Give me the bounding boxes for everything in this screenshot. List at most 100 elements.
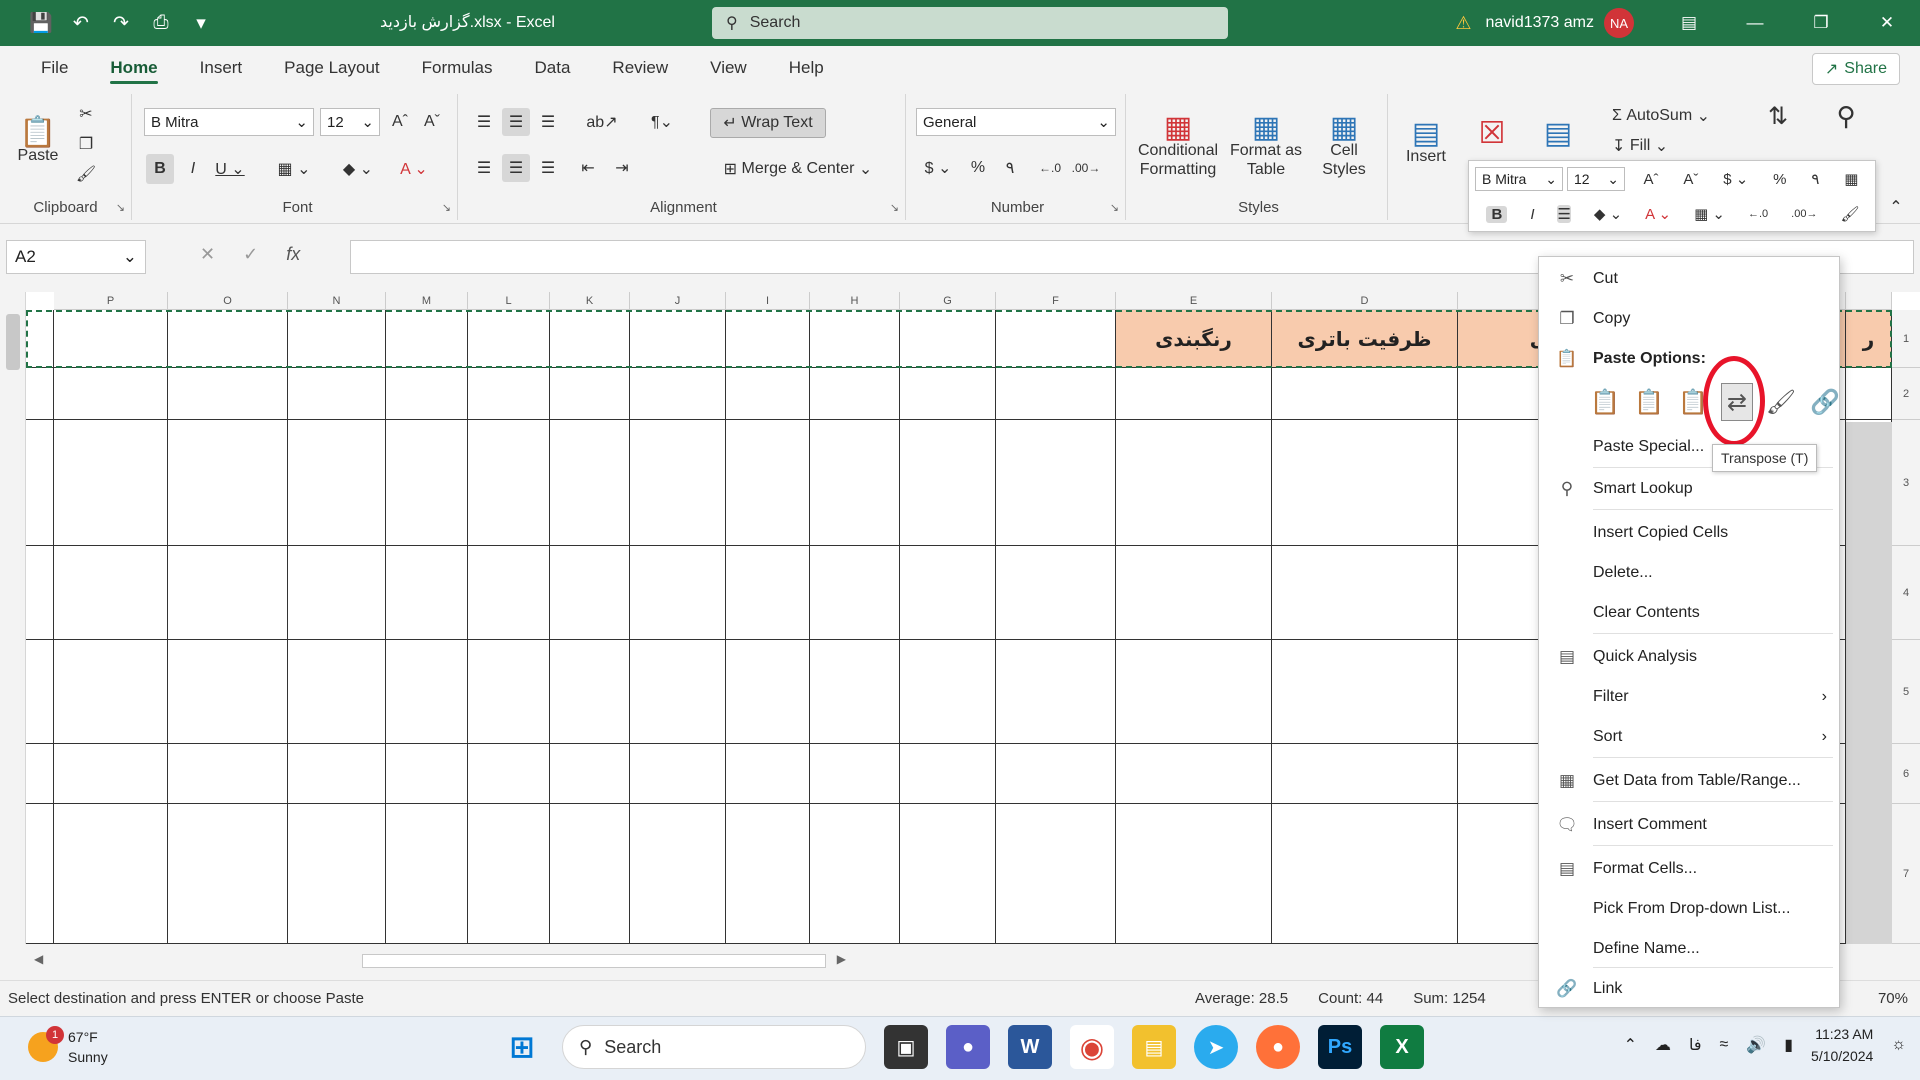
- grid-cell[interactable]: [386, 546, 468, 640]
- grid-cell[interactable]: رنگبندی: [1116, 310, 1272, 368]
- grid-cell[interactable]: [468, 640, 550, 744]
- grid-cell[interactable]: [550, 640, 630, 744]
- grid-cell[interactable]: [168, 640, 288, 744]
- chevron-up-icon[interactable]: ⌃: [1624, 1035, 1637, 1055]
- grid-cell[interactable]: [26, 368, 54, 420]
- chrome-icon[interactable]: ◉: [1070, 1025, 1114, 1069]
- name-box[interactable]: A2 ⌄: [6, 240, 146, 274]
- column-header[interactable]: M: [386, 292, 468, 310]
- cut-icon[interactable]: ✂: [74, 102, 98, 126]
- grid-cell[interactable]: [168, 546, 288, 640]
- decrease-font-icon[interactable]: Aˇ: [418, 108, 446, 136]
- redo-icon[interactable]: ↷: [102, 6, 140, 40]
- column-header[interactable]: E: [1116, 292, 1272, 310]
- save-icon[interactable]: 💾: [22, 6, 60, 40]
- align-bottom-icon[interactable]: ☰: [534, 108, 562, 136]
- grid-cell[interactable]: [900, 546, 996, 640]
- borders-icon[interactable]: ▦ ⌄: [274, 154, 314, 184]
- row-header[interactable]: 4: [1892, 546, 1920, 640]
- bold-button[interactable]: B: [1486, 205, 1508, 223]
- column-header[interactable]: I: [726, 292, 810, 310]
- grid-cell[interactable]: [726, 310, 810, 368]
- scroll-left-icon[interactable]: ◀: [34, 952, 43, 966]
- grid-cell[interactable]: [54, 368, 168, 420]
- column-header[interactable]: G: [900, 292, 996, 310]
- column-header[interactable]: J: [630, 292, 726, 310]
- grid-cell[interactable]: [1116, 420, 1272, 546]
- grid-cell[interactable]: [810, 368, 900, 420]
- grid-cell[interactable]: [288, 640, 386, 744]
- grid-cell[interactable]: [996, 640, 1116, 744]
- mini-size-combo[interactable]: 12 ⌄: [1567, 167, 1625, 191]
- bold-button[interactable]: B: [146, 154, 174, 184]
- currency-icon[interactable]: $ ⌄: [918, 154, 958, 182]
- grid-cell[interactable]: [630, 640, 726, 744]
- grid-cell[interactable]: [54, 744, 168, 804]
- search-box[interactable]: ⚲ Search: [712, 7, 1228, 39]
- merge-center-button[interactable]: ⊞ Merge & Center ⌄: [710, 154, 886, 184]
- autosum-button[interactable]: Σ AutoSum ⌄: [1612, 102, 1742, 130]
- undo-icon[interactable]: ↶: [62, 6, 100, 40]
- align-left-icon[interactable]: ☰: [470, 154, 498, 182]
- tab-insert[interactable]: Insert: [179, 46, 264, 90]
- menu-item-get-data[interactable]: ▦ Get Data from Table/Range...: [1539, 763, 1839, 799]
- align-middle-icon[interactable]: ☰: [502, 108, 530, 136]
- grid-cell[interactable]: [1272, 640, 1458, 744]
- increase-indent-icon[interactable]: ⇥: [608, 154, 636, 182]
- menu-item-quick-analysis[interactable]: ▤ Quick Analysis: [1539, 639, 1839, 675]
- grid-cell[interactable]: [550, 804, 630, 944]
- decrease-indent-icon[interactable]: ⇤: [574, 154, 602, 182]
- grid-cell[interactable]: [900, 804, 996, 944]
- number-format-combo[interactable]: General ⌄: [916, 108, 1116, 136]
- grid-cell[interactable]: [54, 546, 168, 640]
- grid-cell[interactable]: [26, 640, 54, 744]
- grid-cell[interactable]: [810, 546, 900, 640]
- grid-cell[interactable]: [26, 744, 54, 804]
- weather-widget[interactable]: 1 67°F Sunny: [28, 1026, 108, 1067]
- battery-icon[interactable]: ▮: [1784, 1035, 1793, 1055]
- decrease-decimal-icon[interactable]: .00→: [1070, 154, 1102, 182]
- format-painter-icon[interactable]: 🖌: [1840, 205, 1859, 223]
- scroll-thumb[interactable]: [362, 954, 826, 968]
- grid-cell[interactable]: [168, 744, 288, 804]
- close-button[interactable]: ✕: [1854, 0, 1920, 46]
- grid-cell[interactable]: ظرفیت باتری: [1272, 310, 1458, 368]
- grid-cell[interactable]: [996, 804, 1116, 944]
- paste-button[interactable]: 📋 Paste: [10, 102, 66, 186]
- grid-cell[interactable]: [810, 804, 900, 944]
- row-header[interactable]: 1: [1892, 310, 1920, 368]
- word-icon[interactable]: W: [1008, 1025, 1052, 1069]
- grid-cell[interactable]: [726, 640, 810, 744]
- paste-formatting-icon[interactable]: 🖌: [1765, 383, 1797, 421]
- menu-item-sort[interactable]: Sort ›: [1539, 719, 1839, 755]
- task-view-icon[interactable]: ▣: [884, 1025, 928, 1069]
- row-header[interactable]: 2: [1892, 368, 1920, 420]
- column-header[interactable]: L: [468, 292, 550, 310]
- format-painter-icon[interactable]: 🖌: [74, 162, 98, 186]
- grid-cell[interactable]: [810, 420, 900, 546]
- increase-decimal-icon[interactable]: ←.0: [1748, 208, 1768, 220]
- grid-cell[interactable]: [630, 420, 726, 546]
- grid-cell[interactable]: [900, 310, 996, 368]
- grid-cell[interactable]: [386, 368, 468, 420]
- enter-icon[interactable]: ✓: [243, 244, 258, 265]
- grid-cell[interactable]: [810, 744, 900, 804]
- ribbon-display-icon[interactable]: ▤: [1656, 0, 1722, 46]
- grid-cell[interactable]: [550, 546, 630, 640]
- mini-font-combo[interactable]: B Mitra ⌄: [1475, 167, 1563, 191]
- start-icon[interactable]: ⊞: [500, 1025, 544, 1069]
- italic-button[interactable]: I: [1530, 206, 1534, 223]
- column-header[interactable]: H: [810, 292, 900, 310]
- increase-font-icon[interactable]: Aˆ: [1643, 171, 1658, 188]
- restore-button[interactable]: ❐: [1788, 0, 1854, 46]
- grid-cell[interactable]: [726, 368, 810, 420]
- grid-cell[interactable]: [996, 368, 1116, 420]
- grid-cell[interactable]: [1272, 546, 1458, 640]
- grid-cell[interactable]: [900, 420, 996, 546]
- find-select-icon[interactable]: ⚲: [1816, 96, 1876, 136]
- grid-cell[interactable]: [468, 546, 550, 640]
- grid-cell[interactable]: [168, 368, 288, 420]
- cancel-icon[interactable]: ✕: [200, 244, 215, 265]
- grid-cell[interactable]: [550, 310, 630, 368]
- fill-color-icon[interactable]: ◆ ⌄: [338, 154, 378, 184]
